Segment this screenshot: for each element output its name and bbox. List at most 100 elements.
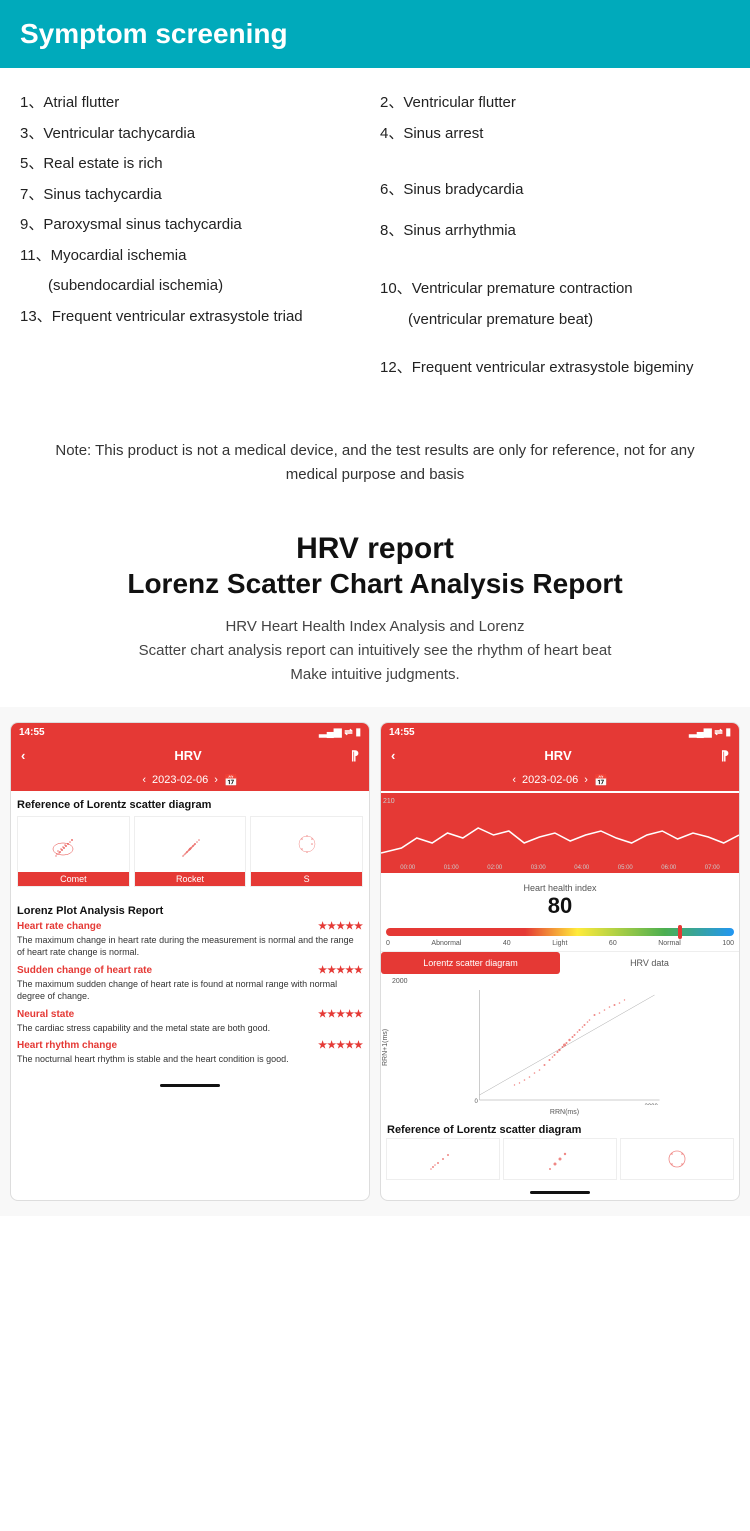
symptom-11-num: 11、 xyxy=(20,247,51,264)
svg-text:2000: 2000 xyxy=(645,1104,659,1105)
right-date-next[interactable]: › xyxy=(584,774,588,786)
symptom-10: 10、Ventricular premature contraction xyxy=(380,274,730,305)
bottom-thumb-1[interactable] xyxy=(386,1138,500,1180)
right-nav-back[interactable]: ‹ xyxy=(391,748,395,763)
right-phone: 14:55 ▂▄▆ ⇌ ▮ ‹ HRV ⁋ ‹ 2023-02-06 › 📅 2… xyxy=(380,722,740,1201)
symptom-3: 3、Ventricular tachycardia xyxy=(20,119,370,150)
scatter-layout: RRN+1(ms) 2000 xyxy=(381,978,739,1116)
left-nav-back[interactable]: ‹ xyxy=(21,748,25,763)
bottom-ref-title: Reference of Lorentz scatter diagram xyxy=(381,1120,739,1138)
tab-hrv-data[interactable]: HRV data xyxy=(560,952,739,974)
tab-row: Lorentz scatter diagram HRV data xyxy=(381,951,739,974)
left-calendar-icon[interactable]: 📅 xyxy=(224,774,238,787)
scatter-x-axis-label: RRN(ms) xyxy=(390,1109,739,1116)
bottom-thumb-2[interactable] xyxy=(503,1138,617,1180)
lorenz-thumb-s[interactable]: S xyxy=(250,816,363,887)
left-lorenz-thumbnails: Comet xyxy=(17,816,363,887)
scatter-plot-wrapper: 2000 xyxy=(390,978,739,1116)
metric-heart-rate-change: Heart rate change ★★★★★ The maximum chan… xyxy=(17,921,363,959)
symptom-7-num: 7、 xyxy=(20,186,43,203)
symptom-1-num: 1、 xyxy=(20,94,43,111)
left-analysis-section: Lorenz Plot Analysis Report Heart rate c… xyxy=(11,893,369,1079)
tab-lorenz[interactable]: Lorentz scatter diagram xyxy=(381,952,560,974)
hrv-title-section: HRV report Lorenz Scatter Chart Analysis… xyxy=(0,522,750,707)
bottom-thumbnails xyxy=(381,1138,739,1185)
hrv-report-title: HRV report xyxy=(20,532,730,566)
symptom-7: 7、Sinus tachycardia xyxy=(20,180,370,211)
right-nav-share[interactable]: ⁋ xyxy=(721,748,729,764)
symptom-10-sub: (ventricular premature beat) xyxy=(380,305,730,336)
right-phone-nav: ‹ HRV ⁋ xyxy=(381,742,739,770)
lorenz-thumb-comet[interactable]: Comet xyxy=(17,816,130,887)
right-phone-date-bar: ‹ 2023-02-06 › 📅 xyxy=(381,770,739,791)
metric-sudden-change: Sudden change of heart rate ★★★★★ The ma… xyxy=(17,965,363,1003)
right-nav-title: HRV xyxy=(544,748,571,763)
symptom-section: 1、Atrial flutter 3、Ventricular tachycard… xyxy=(0,88,750,404)
lorenz-thumb-rocket[interactable]: Rocket xyxy=(134,816,247,887)
hhi-bar xyxy=(386,928,734,936)
left-phone-status-bar: 14:55 ▂▄▆ ⇌ ▮ xyxy=(11,723,369,742)
right-phone-bottom-bar xyxy=(530,1191,590,1194)
symptom-9-num: 9、 xyxy=(20,216,43,233)
metric-3-stars: ★★★★★ xyxy=(318,1009,363,1020)
symptom-8-num: 8、 xyxy=(380,222,403,239)
symptom-2-num: 2、 xyxy=(380,94,403,111)
left-phone-content: Reference of Lorentz scatter diagram xyxy=(11,793,369,893)
symptom-6: 6、Sinus bradycardia xyxy=(380,175,730,206)
symptom-8: 8、Sinus arrhythmia xyxy=(380,216,730,247)
symptom-11-sub: (subendocardial ischemia) xyxy=(20,271,370,302)
bottom-thumb-img-2 xyxy=(504,1139,616,1179)
right-calendar-icon[interactable]: 📅 xyxy=(594,774,608,787)
left-phone-nav: ‹ HRV ⁋ xyxy=(11,742,369,770)
right-phone-time: 14:55 xyxy=(389,727,415,738)
hhi-section: Heart health index 80 xyxy=(381,878,739,924)
left-nav-share[interactable]: ⁋ xyxy=(351,748,359,764)
right-date-prev[interactable]: ‹ xyxy=(512,774,516,786)
bottom-thumb-img-3 xyxy=(621,1139,733,1179)
comet-image xyxy=(18,817,129,872)
left-phone-date-bar: ‹ 2023-02-06 › 📅 xyxy=(11,770,369,791)
scatter-y-axis-label: RRN+1(ms) xyxy=(381,978,390,1116)
symptom-grid: 1、Atrial flutter 3、Ventricular tachycard… xyxy=(20,88,730,384)
left-phone-time: 14:55 xyxy=(19,727,45,738)
s-label: S xyxy=(251,872,362,886)
symptom-col-left: 1、Atrial flutter 3、Ventricular tachycard… xyxy=(20,88,370,384)
waveform-x-labels: 00:00 01:00 02:00 03:00 04:00 05:00 06:0… xyxy=(381,865,739,871)
bottom-thumb-img-1 xyxy=(387,1139,499,1179)
symptom-4: 4、Sinus arrest xyxy=(380,119,730,150)
hrv-desc: HRV Heart Health Index Analysis and Lore… xyxy=(20,615,730,687)
symptom-1: 1、Atrial flutter xyxy=(20,88,370,119)
hhi-scale: 0 Abnormal 40 Light 60 Normal 100 xyxy=(381,940,739,947)
hhi-value: 80 xyxy=(381,893,739,919)
hhi-bar-marker xyxy=(678,925,682,939)
left-date-next[interactable]: › xyxy=(214,774,218,786)
symptom-4-num: 4、 xyxy=(380,125,403,142)
s-image xyxy=(251,817,362,872)
right-phone-signal: ▂▄▆ ⇌ ▮ xyxy=(689,727,731,738)
header-title: Symptom screening xyxy=(20,18,730,50)
metric-2-stars: ★★★★★ xyxy=(318,965,363,976)
left-phone-signal: ▂▄▆ ⇌ ▮ xyxy=(319,727,361,738)
waveform-area: 210 00:00 01:00 02:00 03:00 04:00 05:00 … xyxy=(381,793,739,873)
metric-4-name: Heart rhythm change ★★★★★ xyxy=(17,1040,363,1051)
svg-text:0: 0 xyxy=(475,1099,479,1105)
left-phone: 14:55 ▂▄▆ ⇌ ▮ ‹ HRV ⁋ ‹ 2023-02-06 › 📅 R… xyxy=(10,722,370,1201)
metric-heart-rhythm: Heart rhythm change ★★★★★ The nocturnal … xyxy=(17,1040,363,1066)
symptom-10-num: 10、 xyxy=(380,280,412,297)
left-lorenz-ref-title: Reference of Lorentz scatter diagram xyxy=(17,799,363,811)
metric-4-stars: ★★★★★ xyxy=(318,1040,363,1051)
bottom-thumb-3[interactable] xyxy=(620,1138,734,1180)
rocket-image xyxy=(135,817,246,872)
symptom-5-num: 5、 xyxy=(20,155,43,172)
analysis-title: Lorenz Plot Analysis Report xyxy=(17,905,363,917)
right-date-value: 2023-02-06 xyxy=(522,774,578,786)
left-phone-bottom-bar xyxy=(160,1084,220,1087)
metric-1-desc: The maximum change in heart rate during … xyxy=(17,934,363,959)
left-date-prev[interactable]: ‹ xyxy=(142,774,146,786)
symptom-2: 2、Ventricular flutter xyxy=(380,88,730,119)
phone-row: 14:55 ▂▄▆ ⇌ ▮ ‹ HRV ⁋ ‹ 2023-02-06 › 📅 R… xyxy=(0,707,750,1216)
symptom-6-num: 6、 xyxy=(380,181,403,198)
symptom-12-num: 12、 xyxy=(380,359,412,376)
left-nav-title: HRV xyxy=(174,748,201,763)
symptom-13: 13、Frequent ventricular extrasystole tri… xyxy=(20,302,370,333)
